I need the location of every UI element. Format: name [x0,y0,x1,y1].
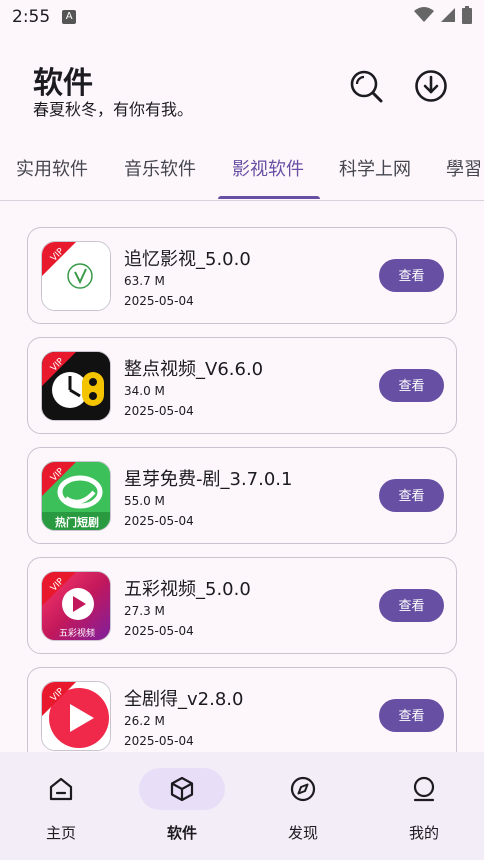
box-icon [170,776,194,802]
app-icon-caption: 热门短剧 [55,516,99,529]
tab-utility[interactable]: 实用软件 [16,144,88,200]
zhengdian-app-icon: VIP [41,351,111,421]
nav-label: 主页 [45,824,76,842]
app-size: 27.3 M [124,604,165,618]
app-card[interactable]: VIP 热门短剧 星芽免费-剧_3.7.0.1 55.0 M 2025-05-0… [27,447,457,544]
wucai-app-icon: VIP 五彩视频 [41,571,111,641]
zhuiyi-logo-icon: VIP [42,242,110,310]
tab-study[interactable]: 學習 [446,144,482,200]
battery-icon [462,6,472,24]
status-bar: 2:55 A [0,0,484,34]
status-indicators [414,6,472,24]
view-button[interactable]: 查看 [379,259,444,292]
app-card[interactable]: VIP 全剧得_v2.8.0 26.2 M 2025-05-04 查看 [27,667,457,752]
tab-video[interactable]: 影视软件 [232,144,304,200]
app-date: 2025-05-04 [124,514,194,528]
app-date: 2025-05-04 [124,404,194,418]
wifi-icon [414,7,434,22]
person-icon [413,776,435,802]
notification-badge-icon: A [62,10,77,24]
nav-item-software[interactable]: 软件 [121,768,241,848]
page-subtitle: 春夏秋冬，有你有我。 [33,100,194,119]
compass-icon [290,776,316,802]
view-button[interactable]: 查看 [379,369,444,402]
search-button[interactable] [348,68,384,104]
home-icon [49,777,73,801]
bottom-navigation: 主页 软件 发现 我的 [0,752,484,860]
app-size: 55.0 M [124,494,165,508]
tab-indicator [218,196,320,199]
status-time: 2:55 [12,7,51,27]
xingya-app-icon: VIP 热门短剧 [41,461,111,531]
app-name: 追忆影视_5.0.0 [124,249,251,270]
app-name: 五彩视频_5.0.0 [124,579,251,600]
app-name: 星芽免费-剧_3.7.0.1 [124,469,293,490]
app-icon-caption: 五彩视频 [58,629,95,639]
view-button[interactable]: 查看 [379,699,444,732]
tab-proxy[interactable]: 科学上网 [339,144,411,200]
download-button[interactable] [413,68,449,104]
nav-pill [381,768,467,810]
view-button[interactable]: 查看 [379,479,444,512]
app-size: 34.0 M [124,384,165,398]
app-size: 26.2 M [124,714,165,728]
nav-label: 软件 [166,824,197,842]
quanjude-app-icon: VIP [41,681,111,751]
app-name: 整点视频_V6.6.0 [124,359,264,380]
page-header: 软件 春夏秋冬，有你有我。 [0,34,484,144]
app-card[interactable]: VIP 追忆影视_5.0.0 63.7 M 2025-05-04 查看 [27,227,457,324]
download-icon [415,70,447,102]
signal-icon [441,8,455,22]
nav-item-mine[interactable]: 我的 [363,768,483,848]
nav-pill [18,768,104,810]
nav-label: 我的 [408,824,439,842]
nav-item-home[interactable]: 主页 [0,768,120,848]
category-tabs: 实用软件 音乐软件 影视软件 科学上网 學習 [0,144,484,201]
nav-label: 发现 [287,824,318,842]
tab-music[interactable]: 音乐软件 [124,144,196,200]
app-date: 2025-05-04 [124,294,194,308]
nav-item-discover[interactable]: 发现 [242,768,362,848]
view-button[interactable]: 查看 [379,589,444,622]
nav-pill [139,768,225,810]
app-card[interactable]: VIP 整点视频_V6.6.0 34.0 M 2025-05-04 查看 [27,337,457,434]
app-name: 全剧得_v2.8.0 [124,689,244,710]
app-date: 2025-05-04 [124,624,194,638]
zhuiyi-app-icon: VIP [41,241,111,311]
app-list: VIP 追忆影视_5.0.0 63.7 M 2025-05-04 查看 VIP … [0,202,484,752]
app-card[interactable]: VIP 五彩视频 五彩视频_5.0.0 27.3 M 2025-05-04 查看 [27,557,457,654]
search-icon [350,70,383,103]
zhengdian-logo-icon: VIP [42,352,110,420]
app-date: 2025-05-04 [124,734,194,748]
app-size: 63.7 M [124,274,165,288]
quanjude-logo-icon: VIP [42,682,110,750]
nav-pill [260,768,346,810]
